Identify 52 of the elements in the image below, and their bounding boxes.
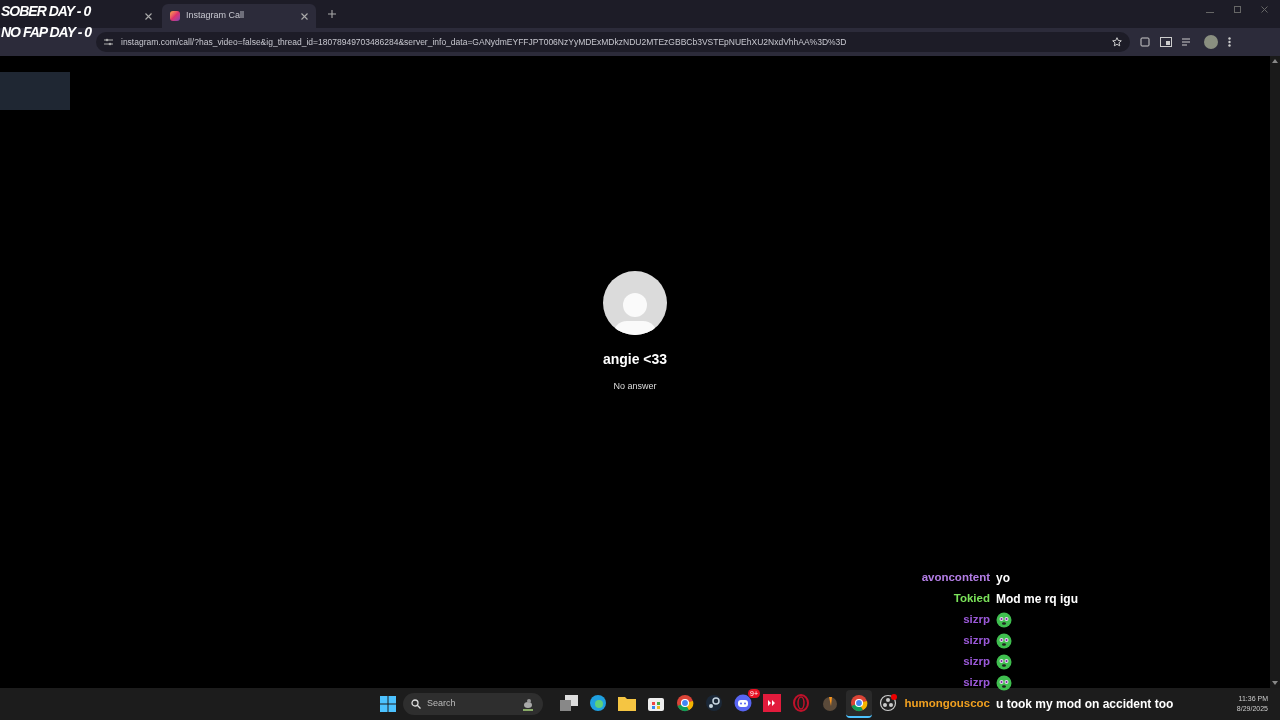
emote-icon xyxy=(996,653,1012,670)
restore-icon[interactable] xyxy=(1234,6,1241,13)
steam-logo-icon xyxy=(705,694,723,712)
close-icon[interactable] xyxy=(145,12,152,20)
chat-username: sizrp xyxy=(962,653,990,669)
caller-name: angie <33 xyxy=(602,349,668,369)
chat-logo-icon xyxy=(734,694,752,712)
chat-message: yo xyxy=(996,569,1010,587)
taskbar-app[interactable] xyxy=(846,690,872,718)
url-text: instagram.com/call/?has_video=false&ig_thread_id=18078949703486284&server_info_data=GANydmEYFFJPT006NzYyMDExMDkzNDU2MTEzGBBCb3VSTEpNUEhXU2NxdVhhAA%3D%3D xyxy=(121,35,848,49)
chat-message: Mod me rq igu xyxy=(996,590,1078,608)
scroll-down-icon[interactable] xyxy=(1272,681,1278,685)
address-field[interactable]: instagram.com/call/?has_video=false&ig_thread_id=18078949703486284&server_info_data=GANydmEYFFJPT006NzYyMDExMDkzNDU2MTEzGBBCb3VSTEpNUEhXU2NxdVhhAA%3D%3D xyxy=(96,32,1130,52)
windows-logo-icon[interactable] xyxy=(380,696,396,712)
close-icon[interactable] xyxy=(301,12,308,20)
circle-logo-icon xyxy=(879,694,897,712)
menu-icon[interactable] xyxy=(1228,37,1231,47)
chat-username: Tokied xyxy=(952,590,990,606)
folder-icon xyxy=(618,695,636,711)
chat-message: u took my mod on accident too xyxy=(996,695,1174,713)
chat-username: humongouscoc xyxy=(904,695,990,711)
stream-overlay-text: SOBER DAY - 0 xyxy=(1,2,91,21)
emote-icon xyxy=(996,632,1012,649)
browser-tab[interactable]: Instagram Call xyxy=(162,4,316,28)
tune-icon xyxy=(104,38,113,46)
wave-logo-icon xyxy=(589,694,607,712)
search-icon xyxy=(411,699,421,709)
media-icon[interactable] xyxy=(1160,37,1172,47)
fruit-logo-icon xyxy=(821,694,839,712)
emote-icon xyxy=(996,611,1012,628)
browser-logo-icon xyxy=(676,694,694,712)
tab-title: Instagram Call xyxy=(186,9,246,23)
instagram-logo-icon xyxy=(170,11,180,21)
webcam-placeholder xyxy=(0,72,70,110)
puzzle-icon[interactable] xyxy=(1140,37,1150,47)
bag-icon xyxy=(648,695,664,711)
arrow-logo-icon xyxy=(763,694,781,712)
star-icon[interactable] xyxy=(1112,37,1122,47)
chat-username: sizrp xyxy=(962,674,990,690)
search-field[interactable]: Search xyxy=(403,693,543,715)
new-tab-icon[interactable] xyxy=(328,10,336,18)
close-icon[interactable] xyxy=(1261,6,1268,13)
chat-username: avoncontent xyxy=(920,569,990,585)
chat-username: sizrp xyxy=(962,611,990,627)
scroll-up-icon[interactable] xyxy=(1272,59,1278,63)
ring-logo-icon xyxy=(792,694,810,712)
avatar-icon[interactable] xyxy=(1204,35,1218,49)
call-status: No answer xyxy=(613,379,657,393)
browser-logo-icon xyxy=(850,694,868,712)
search-placeholder: Search xyxy=(427,697,457,711)
stream-overlay-text: NO FAP DAY - 0 xyxy=(1,23,91,42)
chat-username: sizrp xyxy=(962,632,990,648)
